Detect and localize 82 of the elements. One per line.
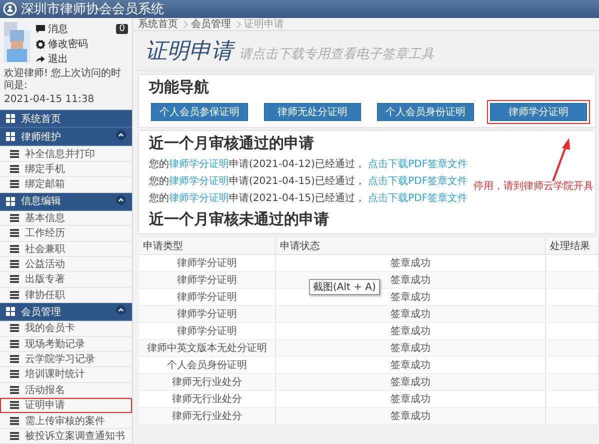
list-icon (10, 275, 19, 284)
sidebar-section[interactable]: 律师维护 (0, 128, 132, 146)
list-icon (10, 165, 19, 173)
approval-message: 您的律师学分证明申请(2021-04-15)已经通过， 点击下载PDF签章文件 (149, 192, 468, 205)
approval-message: 您的律师学分证明申请(2021-04-15)已经通过， 点击下载PDF签章文件 (149, 174, 468, 188)
sidebar-item[interactable]: 培训课时统计 (0, 367, 132, 383)
certificate-button[interactable]: 个人会员参保证明 (151, 103, 248, 121)
list-icon (10, 290, 19, 299)
gear-icon (36, 40, 45, 48)
welcome-text: 欢迎律师! 您上次访问的时间是: (4, 68, 122, 92)
sidebar-item[interactable]: 我的会员卡 (0, 321, 132, 337)
user-menu-item[interactable]: 消息 0 (36, 22, 128, 36)
sidebar-section[interactable]: 系统首页 (0, 110, 132, 128)
breadcrumb-link[interactable]: 会员管理 (191, 17, 231, 31)
list-icon (10, 150, 19, 158)
section-heading: 功能导航 (149, 78, 210, 97)
sidebar-section[interactable]: 信息编辑 (0, 192, 132, 211)
list-icon (10, 229, 19, 238)
list-icon (10, 260, 19, 268)
certificate-button[interactable]: 个人会员身份证明 (377, 103, 474, 121)
logo-icon (3, 2, 17, 16)
sidebar-item[interactable]: 证明申请 (0, 398, 132, 414)
section-heading: 近一个月审核未通过的申请 (149, 210, 330, 229)
page-subtitle: 请点击下载专用查看电子签章工具 (239, 46, 434, 63)
list-icon (10, 214, 19, 222)
sidebar-item[interactable]: 被投诉立案调查通知书 (0, 428, 132, 444)
sidebar-section[interactable]: 会员管理 (0, 302, 132, 322)
page-title: 证明申请 (145, 36, 233, 66)
sidebar-item[interactable]: 公益活动 (0, 256, 132, 272)
grid-icon (6, 132, 15, 142)
message-count: 0 (116, 24, 128, 34)
list-icon (10, 180, 19, 188)
table-cell: 签章成功 (276, 408, 546, 424)
table-cell: 签章成功 (276, 306, 546, 322)
table-cell: 签章成功 (276, 340, 546, 356)
user-menu-item[interactable]: 修改密码 (36, 37, 128, 51)
table-cell: 律师学分证明 (139, 306, 276, 322)
table-cell: 律师中英文版本无处分证明 (139, 340, 276, 356)
sidebar-item[interactable]: 工作经历 (0, 226, 132, 242)
sidebar-item[interactable]: 绑定手机 (0, 162, 132, 178)
section-heading: 近一个月审核通过的申请 (149, 134, 315, 153)
last-visit-time: 2021-04-15 11:38 (4, 94, 96, 106)
column-header: 申请类型 (139, 238, 276, 254)
table-cell: 签章成功 (276, 374, 546, 390)
approval-message: 您的律师学分证明申请(2021-04-12)已经通过， 点击下载PDF签章文件 (149, 158, 468, 171)
grid-icon (6, 307, 15, 316)
sidebar-item[interactable]: 出版专著 (0, 272, 132, 288)
annotation-text: 停用，请到律师云学院开具 (472, 180, 594, 193)
list-icon (10, 416, 19, 424)
list-icon (10, 355, 19, 364)
table-cell: 律师学分证明 (139, 272, 276, 288)
annotation-arrow (552, 138, 570, 182)
chat-icon (36, 25, 45, 33)
sidebar-item[interactable]: 基本信息 (0, 210, 132, 226)
sidebar-item[interactable]: 需上传审核的案件 (0, 413, 132, 429)
sidebar-item[interactable]: 活动报名 (0, 382, 132, 398)
sidebar-item[interactable]: 社会兼职 (0, 242, 132, 257)
sidebar-item[interactable]: 现场考勤记录 (0, 336, 132, 352)
list-icon (10, 432, 19, 440)
list-icon (10, 324, 19, 332)
column-header: 处理结果 (546, 238, 598, 254)
chevron-up-icon[interactable] (116, 305, 126, 316)
certificate-button[interactable]: 律师学分证明 (490, 103, 587, 121)
user-menu-item[interactable]: 退出 (36, 52, 128, 66)
chevron-up-icon[interactable] (116, 130, 126, 140)
arrow-icon (36, 55, 45, 63)
column-header: 申请状态 (276, 238, 546, 254)
list-icon (10, 370, 19, 378)
grid-icon (6, 114, 15, 124)
list-icon (10, 401, 19, 410)
list-icon (10, 386, 19, 394)
list-icon (10, 244, 19, 253)
chevron-up-icon[interactable] (116, 194, 126, 205)
sidebar-item[interactable]: 云学院学习记录 (0, 352, 132, 368)
app-title: 深圳市律师协会会员系统 (21, 1, 164, 18)
grid-icon (6, 196, 15, 206)
certificate-button[interactable]: 律师无处分证明 (264, 103, 361, 121)
sidebar-item[interactable]: 补全信息并打印 (0, 146, 132, 162)
table-cell: 律师无行业处分 (139, 408, 276, 424)
table-cell: 律师无行业处分 (139, 374, 276, 390)
list-icon (10, 340, 19, 348)
breadcrumb-link[interactable]: 系统首页 (138, 17, 178, 31)
